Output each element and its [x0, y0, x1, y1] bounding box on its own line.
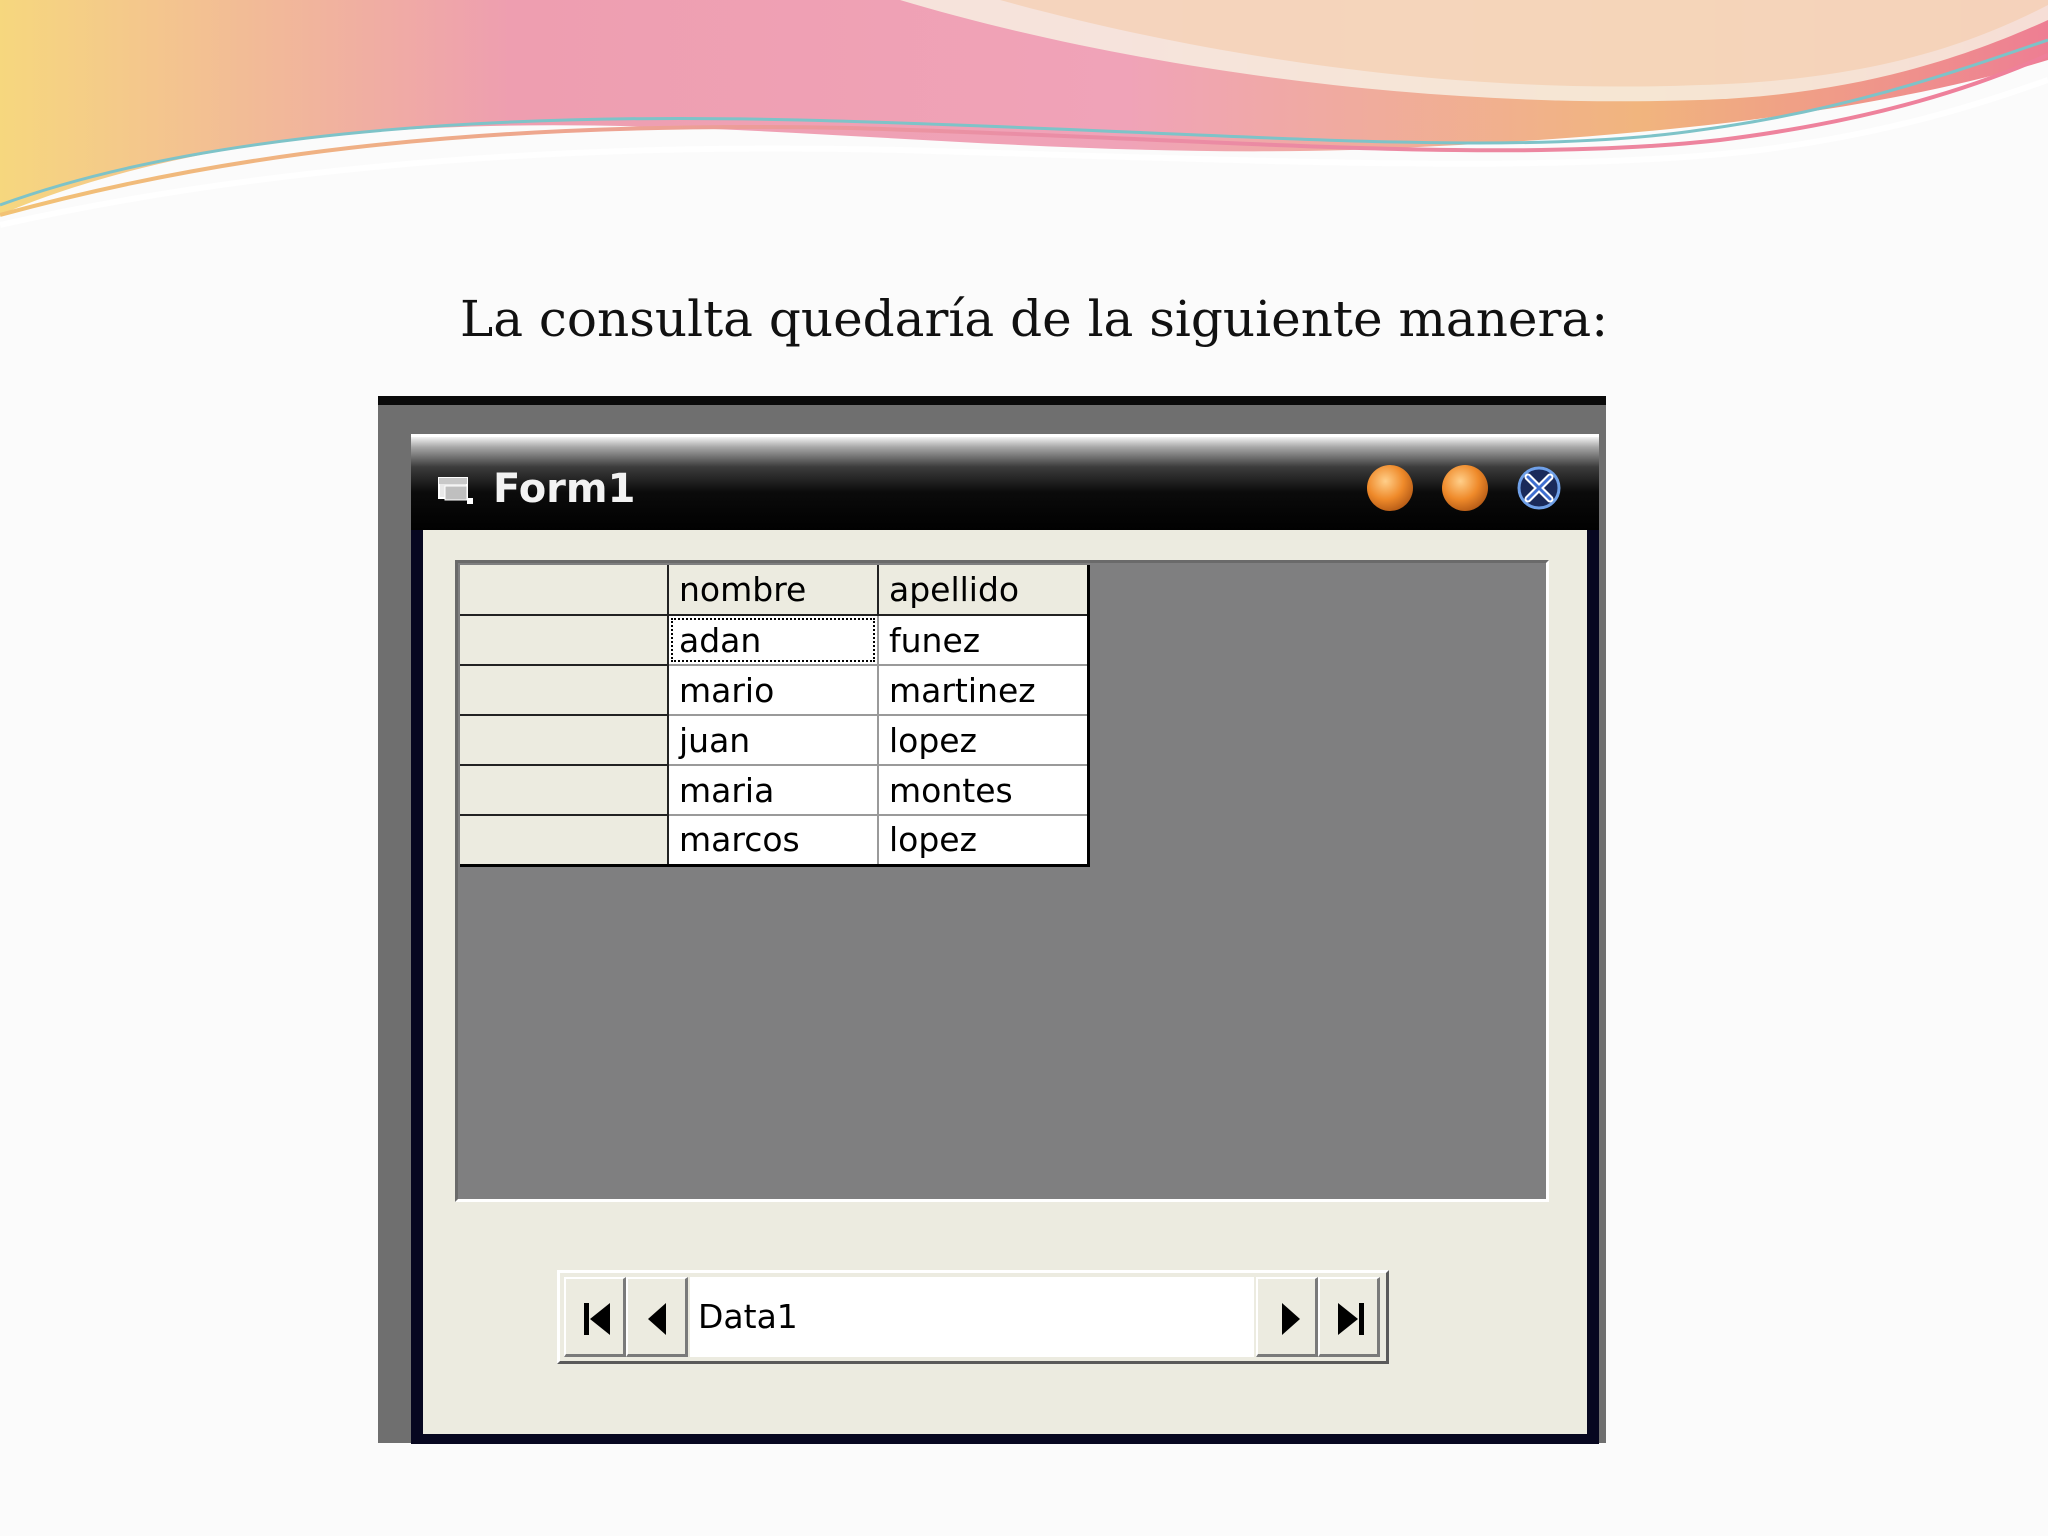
data-control-caption: Data1: [690, 1277, 1254, 1357]
cell-nombre[interactable]: mario: [668, 665, 879, 716]
cell-nombre[interactable]: adan: [668, 615, 879, 666]
cell-nombre[interactable]: maria: [668, 765, 879, 816]
column-header-apellido[interactable]: apellido: [878, 565, 1089, 616]
close-icon[interactable]: [1516, 465, 1562, 511]
form-client-area: nombre apellido adan funez mario martine…: [423, 530, 1587, 1434]
cell-apellido[interactable]: lopez: [878, 815, 1089, 866]
move-previous-button[interactable]: [626, 1277, 688, 1357]
table-row: mario martinez: [460, 665, 1089, 716]
data-grid[interactable]: nombre apellido adan funez mario martine…: [455, 560, 1549, 1202]
move-first-button[interactable]: [564, 1277, 626, 1357]
table-row: maria montes: [460, 765, 1089, 816]
move-first-icon: [584, 1303, 610, 1335]
grid-header-row: nombre apellido: [460, 565, 1089, 616]
table-row: juan lopez: [460, 715, 1089, 766]
row-selector[interactable]: [460, 815, 669, 866]
cell-apellido[interactable]: martinez: [878, 665, 1089, 716]
minimize-button[interactable]: [1367, 465, 1413, 511]
form-window: Form1 nombre apellido adan funez mario m…: [411, 434, 1599, 1444]
column-header-nombre[interactable]: nombre: [668, 565, 879, 616]
grid-corner-cell[interactable]: [460, 565, 669, 616]
cell-apellido[interactable]: montes: [878, 765, 1089, 816]
grid-table: nombre apellido adan funez mario martine…: [460, 565, 1090, 867]
move-next-button[interactable]: [1256, 1277, 1318, 1357]
row-selector[interactable]: [460, 715, 669, 766]
cell-apellido[interactable]: funez: [878, 615, 1089, 666]
table-row: adan funez: [460, 615, 1089, 666]
row-selector[interactable]: [460, 765, 669, 816]
form-icon: [438, 477, 473, 504]
data-control: Data1: [557, 1270, 1389, 1364]
table-row: marcos lopez: [460, 815, 1089, 866]
title-bar[interactable]: Form1: [411, 434, 1599, 530]
slide-header-decoration: [0, 0, 2048, 228]
maximize-button[interactable]: [1442, 465, 1488, 511]
move-last-button[interactable]: [1318, 1277, 1380, 1357]
row-selector[interactable]: [460, 615, 669, 666]
move-last-icon: [1338, 1303, 1364, 1335]
cell-apellido[interactable]: lopez: [878, 715, 1089, 766]
move-previous-icon: [648, 1303, 666, 1335]
cell-nombre[interactable]: juan: [668, 715, 879, 766]
cell-nombre[interactable]: marcos: [668, 815, 879, 866]
screenshot-frame: Form1 nombre apellido adan funez mario m…: [378, 396, 1606, 1444]
move-next-icon: [1282, 1303, 1300, 1335]
slide-caption: La consulta quedaría de la siguiente man…: [460, 290, 1609, 348]
window-title: Form1: [493, 466, 636, 512]
row-selector[interactable]: [460, 665, 669, 716]
